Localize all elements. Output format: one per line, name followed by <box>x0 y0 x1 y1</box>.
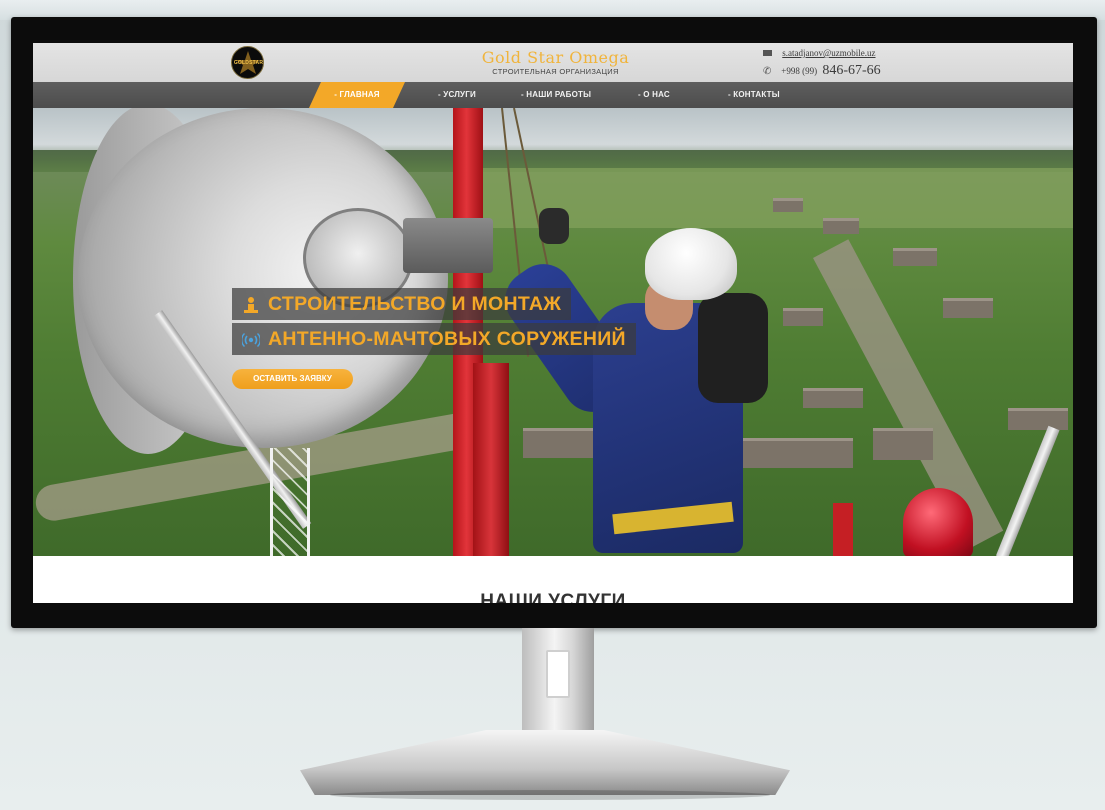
hero-title-line2: АНТЕННО-МАЧТОВЫХ СОРУЖЕНИЙ <box>232 323 636 355</box>
worker-glove <box>539 208 569 244</box>
hero-title-line1: СТРОИТЕЛЬСТВО И МОНТАЖ <box>232 288 572 320</box>
email-link[interactable]: s.atadjanov@uzmobile.uz <box>782 48 875 58</box>
beacon-light <box>903 488 973 556</box>
hero-mast <box>473 363 509 556</box>
website-screen: GOLDSTAR Gold Star Omega СТРОИТЕЛЬНАЯ ОР… <box>33 43 1073 603</box>
house <box>523 428 603 458</box>
house <box>783 308 823 326</box>
hero-title-text-1: СТРОИТЕЛЬСТВО И МОНТАЖ <box>268 293 562 315</box>
contact-email[interactable]: s.atadjanov@uzmobile.uz <box>763 48 876 58</box>
main-nav: - ГЛАВНАЯ - УСЛУГИ - НАШИ РАБОТЫ - О НАС… <box>33 82 1073 108</box>
nav-item-contacts[interactable]: - КОНТАКТЫ <box>728 82 780 108</box>
brand: Gold Star Omega СТРОИТЕЛЬНАЯ ОРГАНИЗАЦИЯ <box>443 48 668 76</box>
house <box>873 428 933 460</box>
phone-icon: ✆ <box>763 66 772 77</box>
house <box>893 248 937 266</box>
house <box>823 218 859 234</box>
antenna-pole <box>995 425 1060 556</box>
contact-phone[interactable]: ✆ +998 (99) 846-67-66 <box>763 63 881 79</box>
site-header: GOLDSTAR Gold Star Omega СТРОИТЕЛЬНАЯ ОР… <box>33 43 1073 82</box>
brand-subtitle: СТРОИТЕЛЬНАЯ ОРГАНИЗАЦИЯ <box>492 67 619 76</box>
mail-icon <box>763 50 772 56</box>
house <box>1008 408 1068 430</box>
red-post <box>833 503 853 556</box>
monitor-stand-slot <box>546 650 570 698</box>
phone-number[interactable]: 846-67-66 <box>822 63 880 78</box>
worker-icon <box>244 297 258 313</box>
house <box>773 198 803 212</box>
house <box>943 298 993 318</box>
brand-name: Gold Star Omega <box>481 48 630 67</box>
house <box>803 388 863 408</box>
hero-banner: СТРОИТЕЛЬСТВО И МОНТАЖ АНТЕННО-МАЧТОВЫХ … <box>33 108 1073 556</box>
monitor-stand-base <box>300 730 790 795</box>
nav-item-services[interactable]: - УСЛУГИ <box>438 82 476 108</box>
logo[interactable]: GOLDSTAR <box>231 46 264 79</box>
logo-text: GOLDSTAR <box>233 60 264 66</box>
services-section-title: НАШИ УСЛУГИ <box>480 591 626 603</box>
signal-icon <box>242 332 260 348</box>
house <box>743 438 853 468</box>
phone-prefix: +998 (99) <box>781 66 818 76</box>
antenna-bracket <box>403 218 493 273</box>
monitor-stand-shadow <box>330 790 770 800</box>
nav-item-our-works[interactable]: - НАШИ РАБОТЫ <box>521 82 591 108</box>
nav-item-home[interactable]: - ГЛАВНАЯ <box>309 82 405 108</box>
worker-jacket <box>698 293 768 403</box>
worker-helmet <box>645 228 737 300</box>
request-button[interactable]: ОСТАВИТЬ ЗАЯВКУ <box>232 369 353 389</box>
tower-lattice <box>270 448 310 556</box>
nav-item-about[interactable]: - О НАС <box>638 82 670 108</box>
hero-title-text-2: АНТЕННО-МАЧТОВЫХ СОРУЖЕНИЙ <box>268 328 626 350</box>
